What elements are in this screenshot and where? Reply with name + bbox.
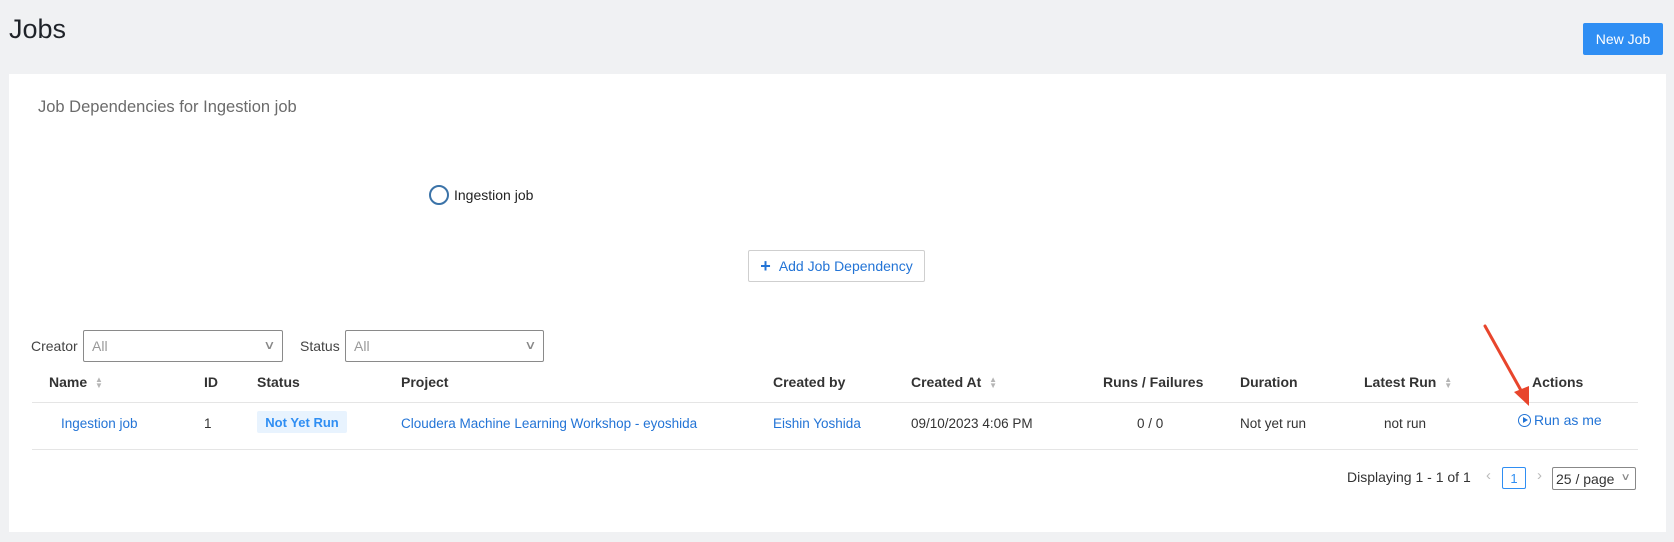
page-size-value: 25 / page xyxy=(1556,470,1615,487)
pagination-page-1[interactable]: 1 xyxy=(1502,467,1526,489)
run-as-me-button[interactable]: Run as me xyxy=(1518,412,1602,428)
column-header-status: Status xyxy=(257,374,300,390)
column-header-duration: Duration xyxy=(1240,374,1298,390)
add-job-dependency-button[interactable]: + Add Job Dependency xyxy=(748,250,925,282)
status-filter-label: Status xyxy=(300,338,340,354)
section-title: Job Dependencies for Ingestion job xyxy=(38,98,297,116)
new-job-button[interactable]: New Job xyxy=(1583,23,1663,55)
plus-icon: + xyxy=(760,256,771,276)
annotation-arrow-icon xyxy=(1483,324,1529,406)
pagination-summary: Displaying 1 - 1 of 1 xyxy=(1347,469,1471,485)
column-header-created-by: Created by xyxy=(773,374,846,390)
creator-filter-label: Creator xyxy=(31,338,78,354)
chevron-down-icon: ∨ xyxy=(524,338,537,352)
creator-filter-value: All xyxy=(92,338,108,354)
column-header-latest-run[interactable]: Latest Run ▲ ▼ xyxy=(1364,374,1452,390)
sort-icon: ▲ ▼ xyxy=(95,375,103,391)
play-circle-icon xyxy=(1518,413,1531,427)
chevron-down-icon: ∨ xyxy=(1620,472,1631,483)
job-name-link[interactable]: Ingestion job xyxy=(61,416,138,431)
header-divider xyxy=(32,402,1638,403)
add-job-dependency-label: Add Job Dependency xyxy=(778,258,913,274)
status-badge: Not Yet Run xyxy=(257,411,347,433)
node-label: Ingestion job xyxy=(454,187,534,203)
column-header-runs-failures: Runs / Failures xyxy=(1103,374,1204,390)
project-link[interactable]: Cloudera Machine Learning Workshop - eyo… xyxy=(401,416,697,431)
chevron-down-icon: ∨ xyxy=(263,338,276,352)
column-header-label: Name xyxy=(49,374,88,390)
creator-filter-select[interactable]: All ∨ xyxy=(83,330,283,362)
status-filter-select[interactable]: All ∨ xyxy=(345,330,544,362)
duration: Not yet run xyxy=(1240,416,1307,431)
column-header-project: Project xyxy=(401,374,449,390)
column-header-name[interactable]: Name ▲ ▼ xyxy=(49,374,103,390)
created-at: 09/10/2023 4:06 PM xyxy=(911,416,1033,431)
status-filter-value: All xyxy=(354,338,370,354)
page-title: Jobs xyxy=(9,14,67,44)
sort-icon: ▲ ▼ xyxy=(1444,375,1453,391)
column-header-label: Latest Run xyxy=(1364,374,1437,390)
column-header-id: ID xyxy=(204,374,218,390)
runs-failures: 0 / 0 xyxy=(1137,416,1164,431)
job-dependencies-card: Job Dependencies for Ingestion job Inges… xyxy=(9,74,1666,532)
run-as-me-label: Run as me xyxy=(1534,412,1602,428)
latest-run: not run xyxy=(1384,416,1427,431)
chevron-left-icon[interactable]: ‹ xyxy=(1486,467,1491,484)
node-circle-icon xyxy=(429,185,449,205)
page-size-select[interactable]: 25 / page ∨ xyxy=(1552,467,1636,490)
dependency-graph-node[interactable]: Ingestion job xyxy=(429,185,533,205)
created-by-link[interactable]: Eishin Yoshida xyxy=(773,416,861,431)
column-header-created-at[interactable]: Created At ▲ ▼ xyxy=(911,374,997,390)
sort-icon: ▲ ▼ xyxy=(989,375,998,391)
column-header-label: Created At xyxy=(911,374,982,390)
job-id: 1 xyxy=(204,416,212,431)
row-divider xyxy=(32,449,1638,450)
chevron-right-icon[interactable]: › xyxy=(1537,467,1542,484)
